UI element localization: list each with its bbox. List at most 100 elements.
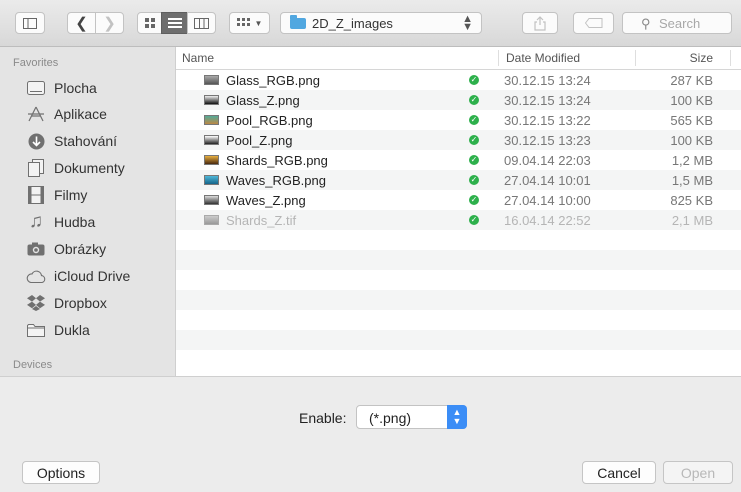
- cancel-button[interactable]: Cancel: [582, 461, 656, 484]
- empty-row: [176, 310, 741, 330]
- sidebar-item-label: Hudba: [54, 214, 96, 230]
- open-button[interactable]: Open: [663, 461, 733, 484]
- table-row: Shards_Z.tif ✓ 16.04.14 22:52 2,1 MB: [176, 210, 741, 230]
- table-row[interactable]: Pool_RGB.png ✓ 30.12.15 13:22 565 KB: [176, 110, 741, 130]
- sidebar-item-aplikace[interactable]: Aplikace: [0, 101, 175, 127]
- file-size: 1,5 MB: [671, 173, 713, 188]
- forward-button[interactable]: ❯: [95, 12, 124, 34]
- image-file-icon: [204, 195, 219, 205]
- column-header-name[interactable]: Name: [182, 51, 214, 65]
- sidebar-item-label: Dukla: [54, 322, 90, 338]
- file-name: Pool_Z.png: [226, 133, 293, 148]
- column-divider[interactable]: [498, 50, 499, 66]
- music-icon: ♫: [28, 211, 44, 232]
- share-button[interactable]: [522, 12, 558, 34]
- sidebar-item-dokumenty[interactable]: Dokumenty: [0, 155, 175, 181]
- file-type-value: (*.png): [369, 410, 412, 426]
- file-date: 30.12.15 13:24: [504, 93, 591, 108]
- updown-arrows-icon: ▲ ▼: [447, 405, 467, 429]
- desktop-icon: [26, 79, 46, 97]
- file-size: 2,1 MB: [671, 213, 713, 228]
- file-name: Pool_RGB.png: [226, 113, 313, 128]
- sidebar-item-label: Obrázky: [54, 241, 107, 257]
- checkmark-icon: ✓: [469, 115, 479, 125]
- applications-icon: [26, 105, 46, 123]
- checkmark-icon: ✓: [469, 175, 479, 185]
- table-row[interactable]: Pool_Z.png ✓ 30.12.15 13:23 100 KB: [176, 130, 741, 150]
- icon-view-button[interactable]: [137, 12, 162, 34]
- file-size: 1,2 MB: [671, 153, 713, 168]
- list-header: Name Date Modified Size: [176, 47, 741, 70]
- sidebar-toggle-button[interactable]: [15, 12, 45, 34]
- file-date: 16.04.14 22:52: [504, 213, 591, 228]
- tag-icon: [584, 18, 602, 28]
- sidebar-item-label: Dokumenty: [54, 160, 125, 176]
- table-row[interactable]: Waves_Z.png ✓ 27.04.14 10:00 825 KB: [176, 190, 741, 210]
- file-date: 30.12.15 13:23: [504, 133, 591, 148]
- enable-label: Enable:: [299, 410, 347, 426]
- sidebar-item-dukla[interactable]: Dukla: [0, 317, 175, 343]
- sidebar: Favorites Plocha Aplikace Stahování Doku…: [0, 47, 176, 376]
- sidebar-toggle-icon: [23, 17, 37, 29]
- options-button[interactable]: Options: [22, 461, 100, 484]
- sidebar-item-hudba[interactable]: ♫ Hudba: [0, 209, 175, 235]
- bottom-panel: Enable: (*.png) ▲ ▼ Options Cancel Open: [0, 376, 741, 492]
- grid-icon: [236, 17, 250, 26]
- file-size: 100 KB: [670, 93, 713, 108]
- search-icon: ⚲: [641, 16, 651, 31]
- image-file-icon: [204, 175, 219, 185]
- file-type-select[interactable]: (*.png) ▲ ▼: [356, 405, 467, 429]
- table-row[interactable]: Shards_RGB.png ✓ 09.04.14 22:03 1,2 MB: [176, 150, 741, 170]
- group-by-button[interactable]: ▼: [229, 12, 270, 34]
- column-divider[interactable]: [635, 50, 636, 66]
- cloud-icon: [26, 267, 46, 285]
- file-name: Shards_Z.tif: [226, 213, 297, 228]
- sidebar-item-dropbox[interactable]: Dropbox: [0, 290, 175, 316]
- sidebar-item-label: iCloud Drive: [54, 268, 131, 284]
- folder-icon: [290, 15, 306, 29]
- sidebar-item-stahovani[interactable]: Stahování: [0, 128, 175, 154]
- back-button[interactable]: ❮: [67, 12, 96, 34]
- current-folder-label: 2D_Z_images: [312, 16, 393, 31]
- tags-button[interactable]: [573, 12, 614, 34]
- table-row[interactable]: Glass_Z.png ✓ 30.12.15 13:24 100 KB: [176, 90, 741, 110]
- open-file-dialog: ❮ ❯ ▼ 2D_Z_images ▲ ▼ ⚲ Search Favorites…: [0, 0, 741, 492]
- file-name: Glass_Z.png: [226, 93, 300, 108]
- chevron-down-icon: ▼: [254, 18, 263, 28]
- sidebar-item-icloud-drive[interactable]: iCloud Drive: [0, 263, 175, 289]
- search-field[interactable]: ⚲ Search: [622, 12, 732, 34]
- sidebar-item-label: Dropbox: [54, 295, 107, 311]
- file-date: 09.04.14 22:03: [504, 153, 591, 168]
- file-size: 100 KB: [670, 133, 713, 148]
- file-list: Name Date Modified Size Glass_RGB.png ✓ …: [176, 47, 741, 376]
- sidebar-item-obrazky[interactable]: Obrázky: [0, 236, 175, 262]
- sidebar-item-plocha[interactable]: Plocha: [0, 75, 175, 101]
- table-row[interactable]: Waves_RGB.png ✓ 27.04.14 10:01 1,5 MB: [176, 170, 741, 190]
- list-view-button[interactable]: [161, 12, 188, 34]
- column-view-button[interactable]: [187, 12, 216, 34]
- table-row[interactable]: Glass_RGB.png ✓ 30.12.15 13:24 287 KB: [176, 70, 741, 90]
- column-divider[interactable]: [730, 50, 731, 66]
- column-header-date[interactable]: Date Modified: [506, 51, 580, 65]
- sidebar-item-label: Filmy: [54, 187, 88, 203]
- path-popup[interactable]: 2D_Z_images ▲ ▼: [280, 12, 482, 34]
- sidebar-item-filmy[interactable]: Filmy: [0, 182, 175, 208]
- empty-row: [176, 250, 741, 270]
- image-file-icon: [204, 115, 219, 125]
- file-date: 30.12.15 13:24: [504, 73, 591, 88]
- movies-icon: [26, 186, 46, 204]
- file-date: 27.04.14 10:01: [504, 173, 591, 188]
- file-name: Shards_RGB.png: [226, 153, 328, 168]
- checkmark-icon: ✓: [469, 155, 479, 165]
- file-name: Waves_Z.png: [226, 193, 306, 208]
- sidebar-item-label: Stahování: [54, 133, 118, 149]
- toolbar: ❮ ❯ ▼ 2D_Z_images ▲ ▼ ⚲ Search: [0, 0, 741, 47]
- dropbox-icon: [26, 294, 46, 312]
- empty-row: [176, 290, 741, 310]
- sidebar-item-label: Plocha: [54, 80, 97, 96]
- checkmark-icon: ✓: [469, 215, 479, 225]
- icon-view-icon: [144, 18, 155, 28]
- empty-row: [176, 330, 741, 350]
- column-header-size[interactable]: Size: [690, 51, 713, 65]
- downloads-icon: [26, 132, 46, 150]
